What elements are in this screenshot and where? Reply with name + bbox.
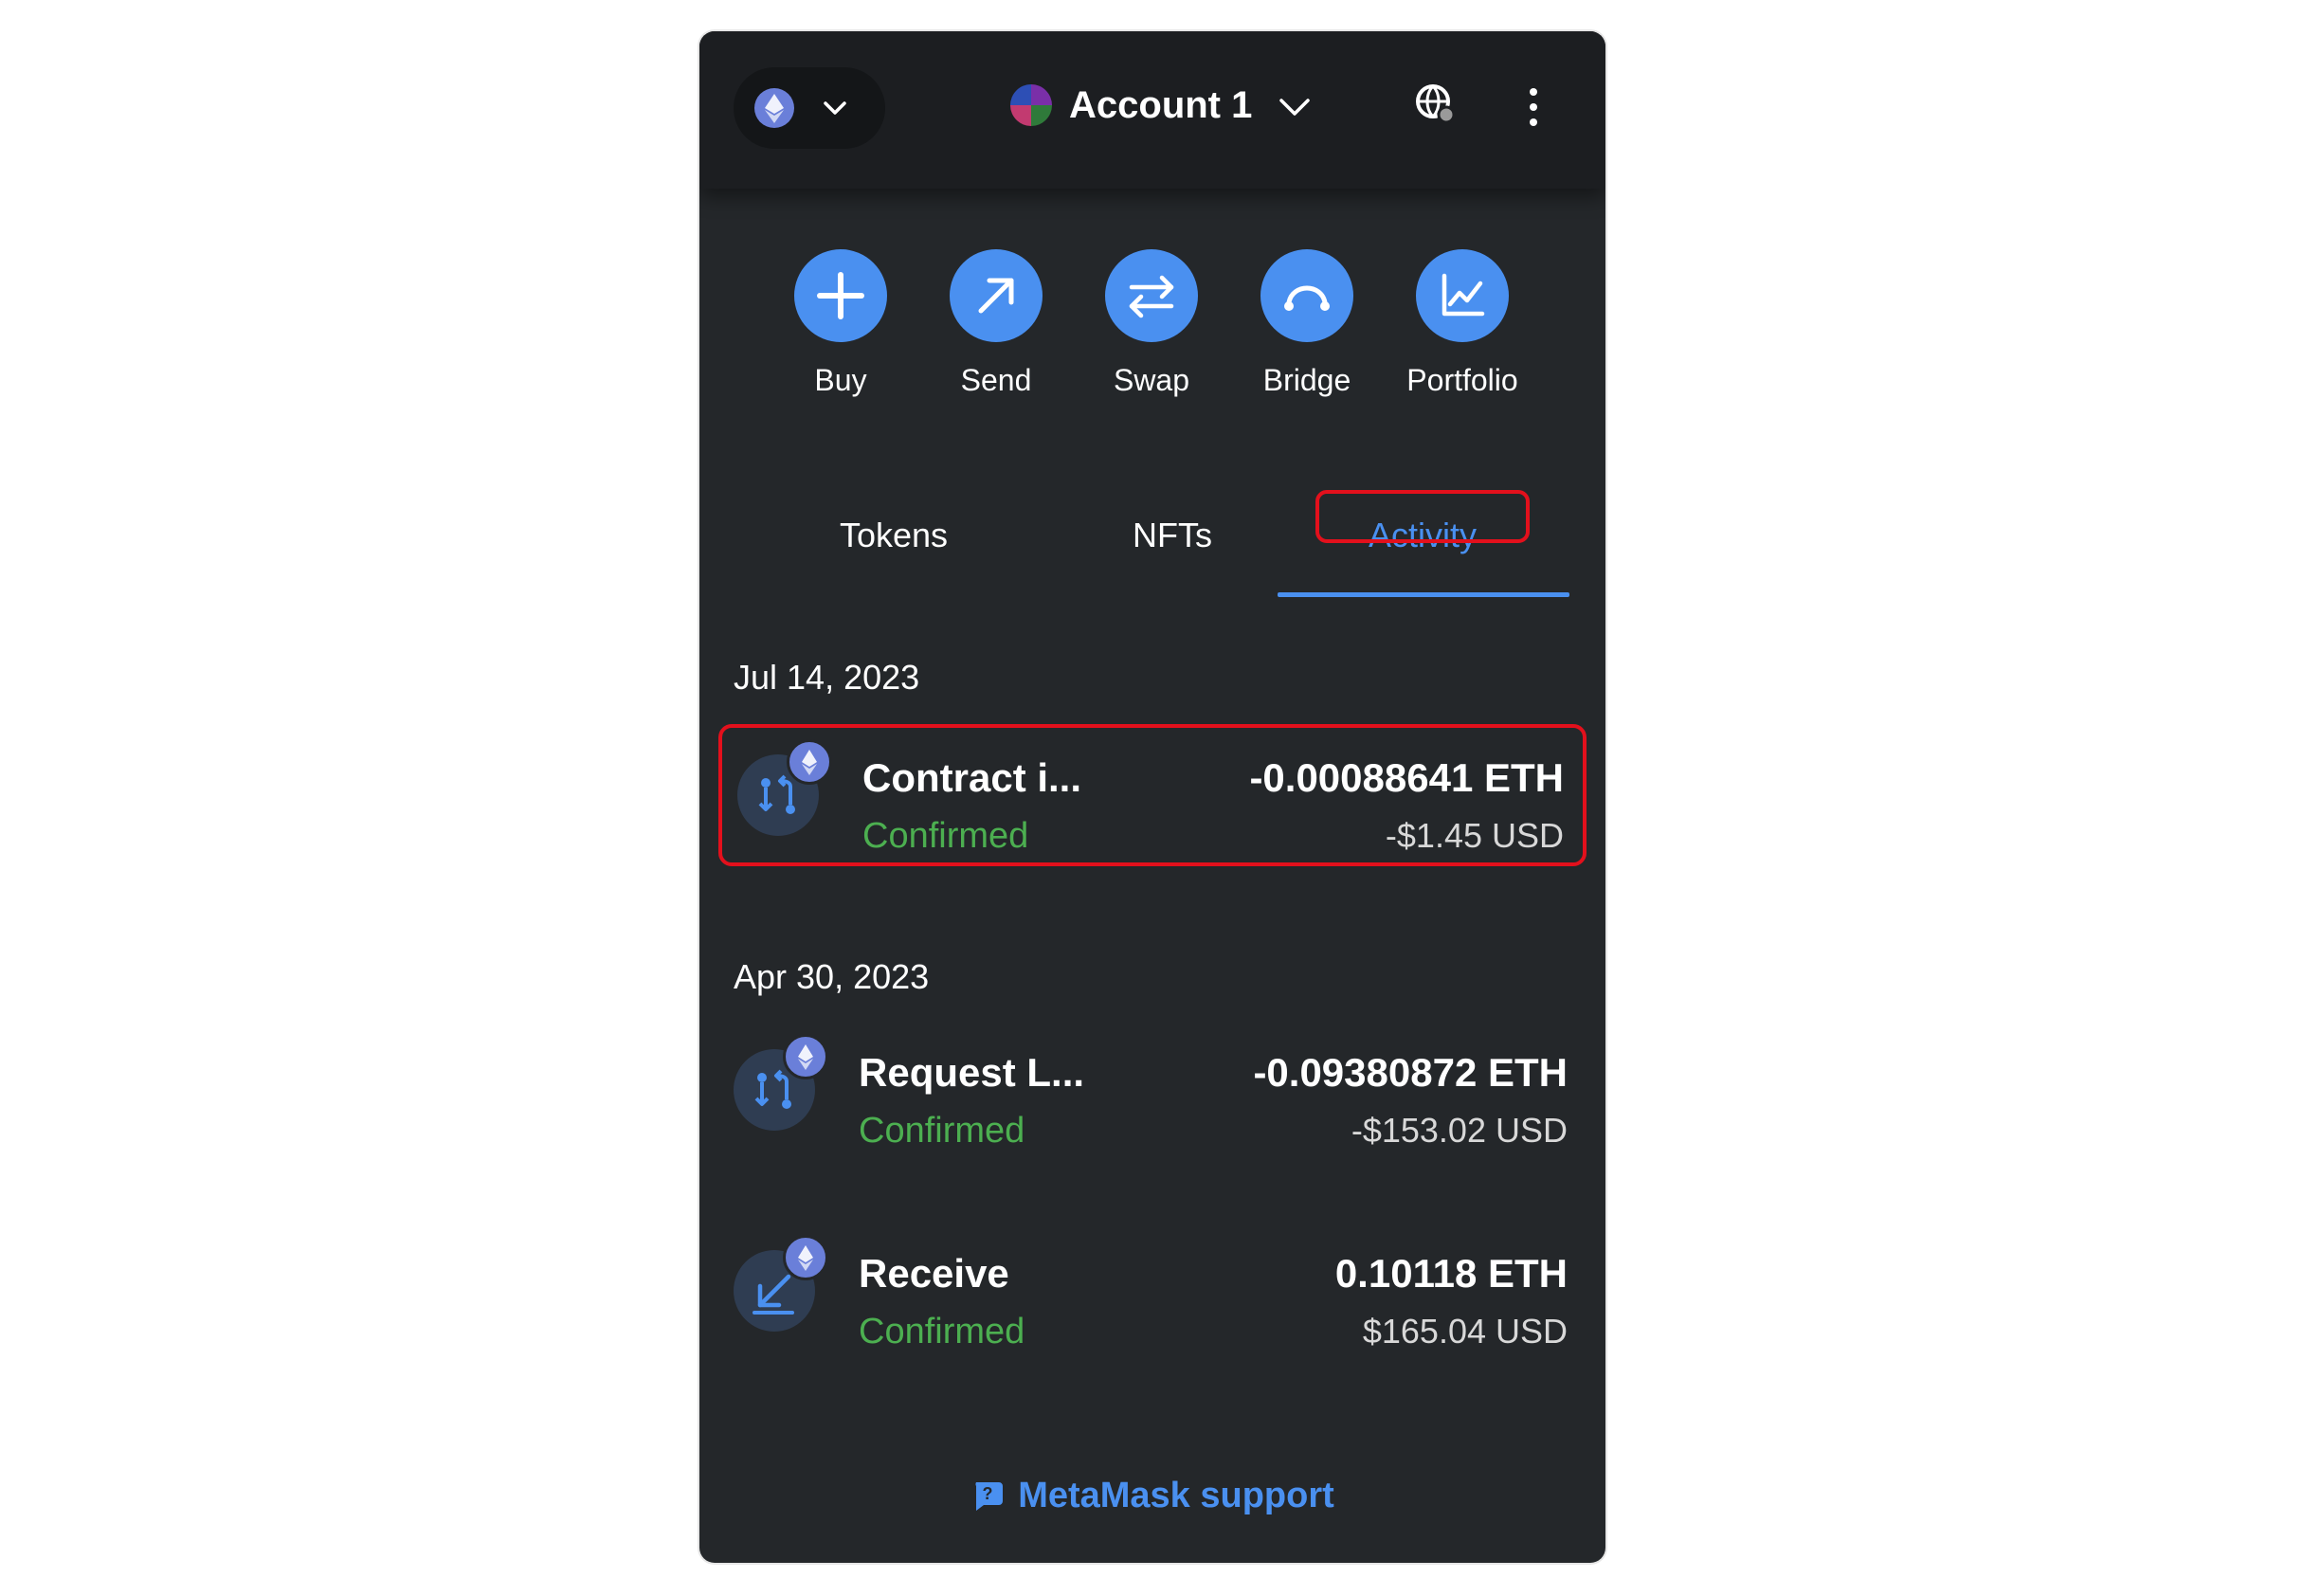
activity-row[interactable]: Receive Confirmed 0.10118 ETH $165.04 US… [718, 1224, 1587, 1366]
tab-nfts[interactable]: NFTs [1082, 513, 1262, 558]
swap-arrows-icon [1105, 249, 1198, 342]
header: Account 1 [699, 31, 1605, 189]
ethereum-icon [783, 1034, 828, 1079]
swap-button[interactable]: Swap [1080, 249, 1223, 399]
account-selector[interactable]: Account 1 [1069, 79, 1314, 132]
ethereum-icon [754, 88, 794, 128]
activity-title: Receive [859, 1251, 1009, 1296]
action-label: Swap [1113, 363, 1190, 397]
activity-amount: -0.09380872 ETH [1253, 1050, 1568, 1095]
action-bar: Buy Send Swap Bridge Portfolio [699, 249, 1605, 439]
arrow-up-right-icon [950, 249, 1043, 342]
highlight-box [1315, 490, 1530, 543]
activity-usd: -$153.02 USD [1351, 1111, 1568, 1150]
activity-row[interactable]: Request L... Confirmed -0.09380872 ETH -… [718, 1023, 1587, 1165]
activity-amount: 0.10118 ETH [1334, 1251, 1568, 1296]
activity-amount: -0.00088641 ETH [1249, 755, 1564, 800]
portfolio-button[interactable]: Portfolio [1391, 249, 1533, 399]
activity-usd: $165.04 USD [1362, 1312, 1568, 1351]
activity-usd: -$1.45 USD [1385, 816, 1564, 855]
svg-text:?: ? [983, 1484, 993, 1503]
activity-date: Jul 14, 2023 [734, 658, 920, 697]
support-label: MetaMask support [1018, 1476, 1334, 1515]
activity-date: Apr 30, 2023 [734, 957, 930, 996]
network-selector[interactable] [734, 67, 885, 149]
bridge-icon [1260, 249, 1353, 342]
tab-tokens[interactable]: Tokens [804, 513, 984, 558]
support-link[interactable]: ? MetaMask support [699, 1472, 1605, 1519]
activity-title: Request L... [859, 1050, 1085, 1095]
chevron-down-icon [1279, 99, 1311, 117]
plus-icon [794, 249, 887, 342]
action-label: Buy [814, 363, 867, 397]
activity-status: Confirmed [859, 1111, 1025, 1151]
bridge-button[interactable]: Bridge [1236, 249, 1378, 399]
account-name: Account 1 [1069, 84, 1253, 126]
send-button[interactable]: Send [925, 249, 1067, 399]
ethereum-icon [787, 739, 832, 785]
connected-sites-icon[interactable] [1412, 81, 1460, 128]
wallet-panel: Account 1 Buy Send Swap Bridge Portfolio… [699, 31, 1605, 1563]
activity-status: Confirmed [862, 816, 1029, 856]
activity-row[interactable]: Contract i... Confirmed -0.00088641 ETH … [718, 724, 1587, 866]
activity-status: Confirmed [859, 1312, 1025, 1351]
action-label: Send [960, 363, 1032, 397]
action-label: Bridge [1262, 363, 1351, 397]
activity-title: Contract i... [862, 755, 1082, 800]
active-tab-indicator [1278, 592, 1569, 597]
chevron-down-icon [824, 101, 846, 115]
account-avatar[interactable] [1010, 84, 1052, 126]
action-label: Portfolio [1406, 363, 1518, 397]
chat-help-icon: ? [975, 1482, 1004, 1511]
ethereum-icon [783, 1235, 828, 1280]
buy-button[interactable]: Buy [770, 249, 912, 399]
more-options-icon[interactable] [1524, 86, 1543, 128]
chart-line-icon [1416, 249, 1509, 342]
